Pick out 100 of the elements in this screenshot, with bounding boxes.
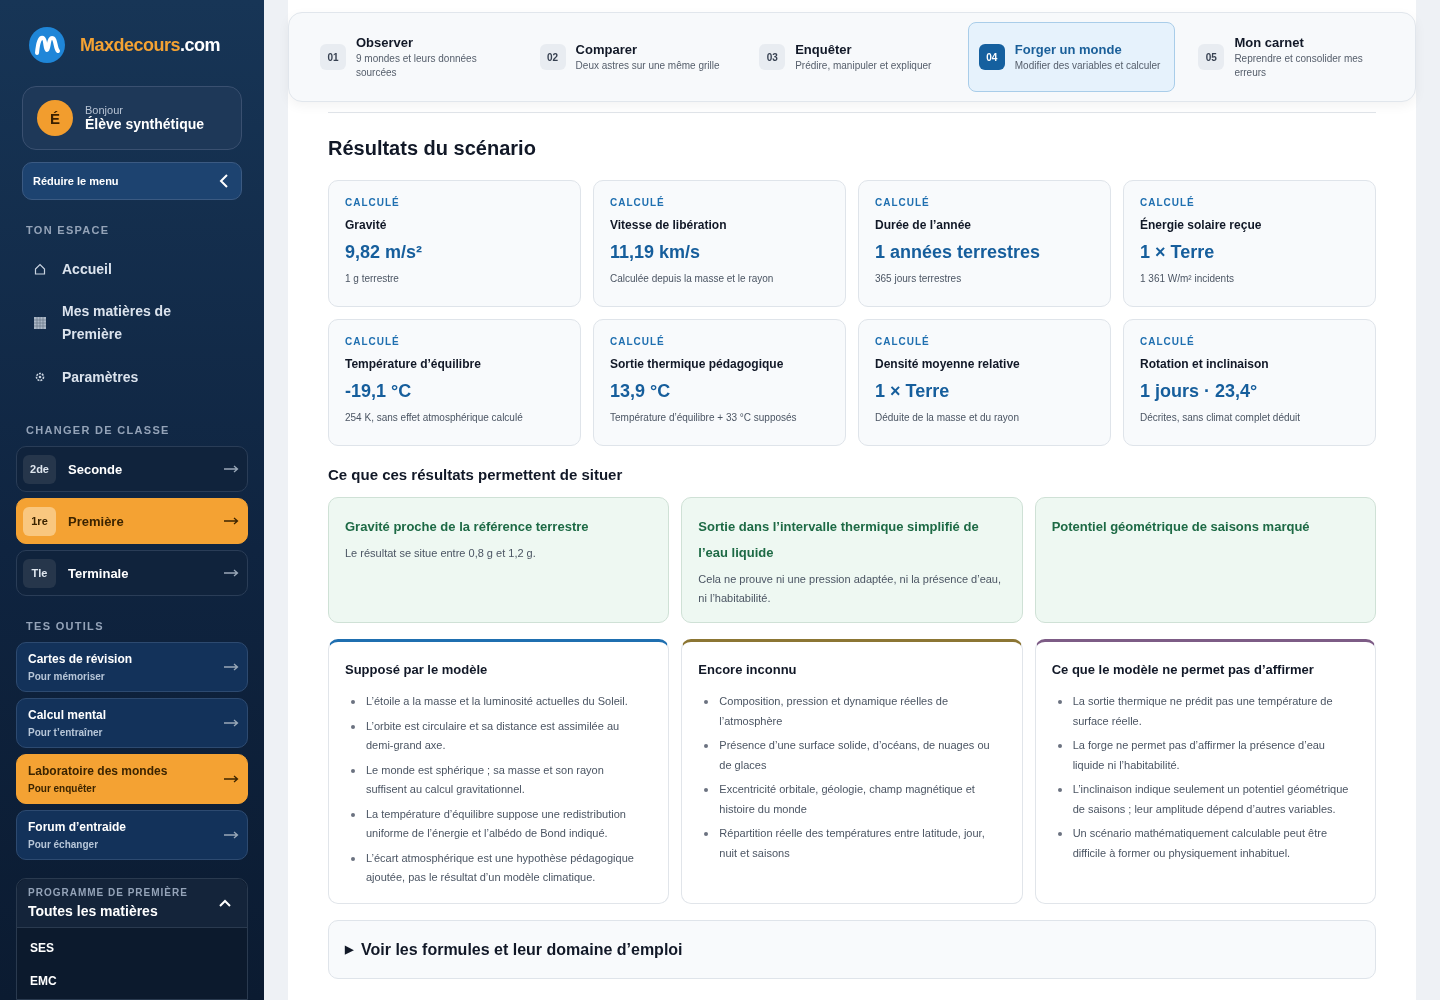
tool-subtitle: Pour mémoriser — [28, 671, 106, 682]
step-description: 9 mondes et leurs données sourcées — [356, 51, 478, 80]
result-value: 1 × Terre — [1140, 242, 1216, 263]
class-item[interactable]: Tle Terminale — [16, 550, 248, 596]
bullet-icon — [704, 788, 709, 792]
situation-text: Cela ne prouve ni une pression adaptée, ni la présence d’eau, ni l’habitabilité. — [698, 572, 1003, 606]
bullet-icon — [704, 744, 709, 748]
collapse-menu-button[interactable]: Réduire le menu — [22, 162, 242, 200]
result-label: Température d’équilibre — [345, 357, 482, 371]
nav-item[interactable]: Accueil — [16, 246, 248, 292]
result-label: Énergie solaire reçue — [1140, 218, 1263, 232]
list-item: La forge ne permet pas d’affirmer la présence d’eau liquide ni l’habitabilité. — [1072, 738, 1326, 773]
list-item: Répartition réelle des températures entre latitude, jour, nuit et saisons — [719, 826, 986, 861]
result-value: -19,1 °C — [345, 381, 413, 402]
class-label: Terminale — [68, 565, 130, 581]
tool-item[interactable]: Calcul mental Pour t’entraîner — [16, 698, 248, 748]
subject-item[interactable]: EMC — [17, 961, 247, 994]
result-tag: CALCULÉ — [1140, 197, 1359, 208]
list-item: L’écart atmosphérique est une hypothèse pédagogique ajoutée, pas le résultat d’un modèle climatique. — [366, 850, 635, 885]
class-badge: 1re — [23, 506, 56, 536]
class-badge: 2de — [23, 454, 56, 484]
result-note: 1 g terrestre — [345, 273, 400, 284]
tool-subtitle: Pour échanger — [28, 839, 100, 850]
disclosure-icon: ▶ — [345, 943, 353, 956]
bullet-icon — [1057, 788, 1062, 792]
result-note: 1 361 W/m² incidents — [1140, 273, 1235, 284]
arrow-icon — [224, 663, 239, 671]
arrow-icon — [224, 517, 239, 525]
section-heading: Résultats du scénario — [328, 137, 537, 160]
formulas-toggle[interactable]: ▶ Voir les formules et leur domaine d’emploi — [328, 920, 1376, 979]
step-description: Deux astres sur une même grille — [575, 58, 720, 73]
result-note: 365 jours terrestres — [875, 273, 963, 284]
result-note: Déduite de la masse et du rayon — [875, 412, 1020, 423]
step-description: Modifier des variables et calculer — [1014, 58, 1161, 73]
tool-title: Forum d’entraide — [28, 820, 126, 834]
class-badge: Tle — [23, 558, 56, 588]
chevron-left-icon — [219, 174, 229, 188]
class-label: Seconde — [68, 461, 124, 477]
step-number: 03 — [759, 44, 786, 70]
result-note: Calculée depuis la masse et le rayon — [610, 273, 775, 284]
nav-item[interactable]: Mes matières de Première — [16, 292, 248, 354]
list-item: La sortie thermique ne prédit pas une température de surface réelle. — [1072, 694, 1334, 729]
step-title: Mon carnet — [1234, 34, 1305, 50]
bullet-icon — [351, 812, 355, 817]
step-title: Comparer — [575, 41, 638, 57]
step-item[interactable]: 03 Enquêter Prédire, manipuler et expliquer — [748, 22, 956, 92]
step-item[interactable]: 01 Observer 9 mondes et leurs données sourcées — [309, 22, 517, 92]
section-title: CHANGER DE CLASSE — [25, 424, 171, 436]
nav-item[interactable]: Paramètres — [16, 354, 248, 400]
tool-item[interactable]: Forum d’entraide Pour échanger — [16, 810, 248, 860]
result-tag: CALCULÉ — [875, 336, 1094, 347]
bullet-icon — [351, 856, 355, 861]
bullet-icon — [1057, 744, 1062, 748]
situation-title: Sortie dans l’intervalle thermique simplifié de l’eau liquide — [698, 518, 980, 562]
step-item[interactable]: 05 Mon carnet Reprendre et consolider mes erreurs — [1187, 22, 1395, 92]
bullet-icon — [704, 832, 709, 836]
arrow-icon — [224, 831, 239, 839]
list-item: Le monde est sphérique ; sa masse et son rayon suffisent au calcul gravitationnel. — [366, 762, 605, 797]
arrow-icon — [224, 775, 239, 783]
bullet-icon — [1057, 832, 1062, 836]
limits-title: Encore inconnu — [698, 662, 797, 677]
settings-icon — [34, 371, 46, 383]
arrow-icon — [224, 465, 239, 473]
tool-subtitle: Pour t’entraîner — [28, 727, 104, 738]
formulas-label: Voir les formules et leur domaine d’emploi — [361, 940, 683, 959]
result-label: Vitesse de libération — [610, 218, 728, 232]
arrow-icon — [224, 719, 239, 727]
result-tag: CALCULÉ — [610, 336, 829, 347]
section-title: TON ESPACE — [25, 224, 111, 236]
step-item[interactable]: 04 Forger un monde Modifier des variables et calculer — [967, 22, 1176, 92]
list-item: L’étoile a la masse et la luminosité actuelles du Soleil. — [366, 694, 628, 709]
result-note: Température d’équilibre + 33 °C supposés — [610, 412, 798, 423]
program-toggle[interactable]: PROGRAMME DE PREMIÈRE Toutes les matières — [17, 879, 247, 928]
tool-subtitle: Pour enquêter — [28, 783, 97, 794]
avatar: É — [37, 100, 73, 136]
step-number: 02 — [539, 44, 566, 70]
subject-item[interactable]: SES — [17, 928, 247, 961]
step-number: 01 — [320, 44, 346, 70]
step-item[interactable]: 02 Comparer Deux astres sur une même grille — [528, 22, 737, 92]
step-description: Prédire, manipuler et expliquer — [795, 58, 932, 73]
step-title: Forger un monde — [1014, 41, 1123, 57]
result-value: 1 × Terre — [875, 381, 951, 402]
section-title: TES OUTILS — [25, 620, 105, 632]
class-item[interactable]: 2de Seconde — [16, 446, 248, 492]
result-note: Décrites, sans climat complet déduit — [1140, 412, 1302, 423]
list-item: Excentricité orbitale, géologie, champ magnétique et histoire du monde — [719, 782, 976, 817]
result-note: 254 K, sans effet atmosphérique calculé — [345, 412, 524, 423]
result-label: Sortie thermique pédagogique — [610, 357, 785, 371]
tool-item[interactable]: Cartes de révision Pour mémoriser — [16, 642, 248, 692]
logo-text[interactable]: Maxdecours.com — [80, 34, 221, 56]
list-item: L’orbite est circulaire et sa distance est assimilée au demi-grand axe. — [366, 718, 621, 753]
result-tag: CALCULÉ — [345, 336, 564, 347]
situation-title: Gravité proche de la référence terrestre — [345, 518, 590, 536]
class-item[interactable]: 1re Première — [16, 498, 248, 544]
tool-item[interactable]: Laboratoire des mondes Pour enquêter — [16, 754, 248, 804]
result-value: 1 jours · 23,4° — [1140, 381, 1259, 402]
bullet-icon — [351, 724, 355, 729]
limits-title: Ce que le modèle ne permet pas d’affirmer — [1051, 662, 1314, 677]
result-tag: CALCULÉ — [1140, 336, 1359, 347]
program-title: Toutes les matières — [28, 903, 159, 919]
